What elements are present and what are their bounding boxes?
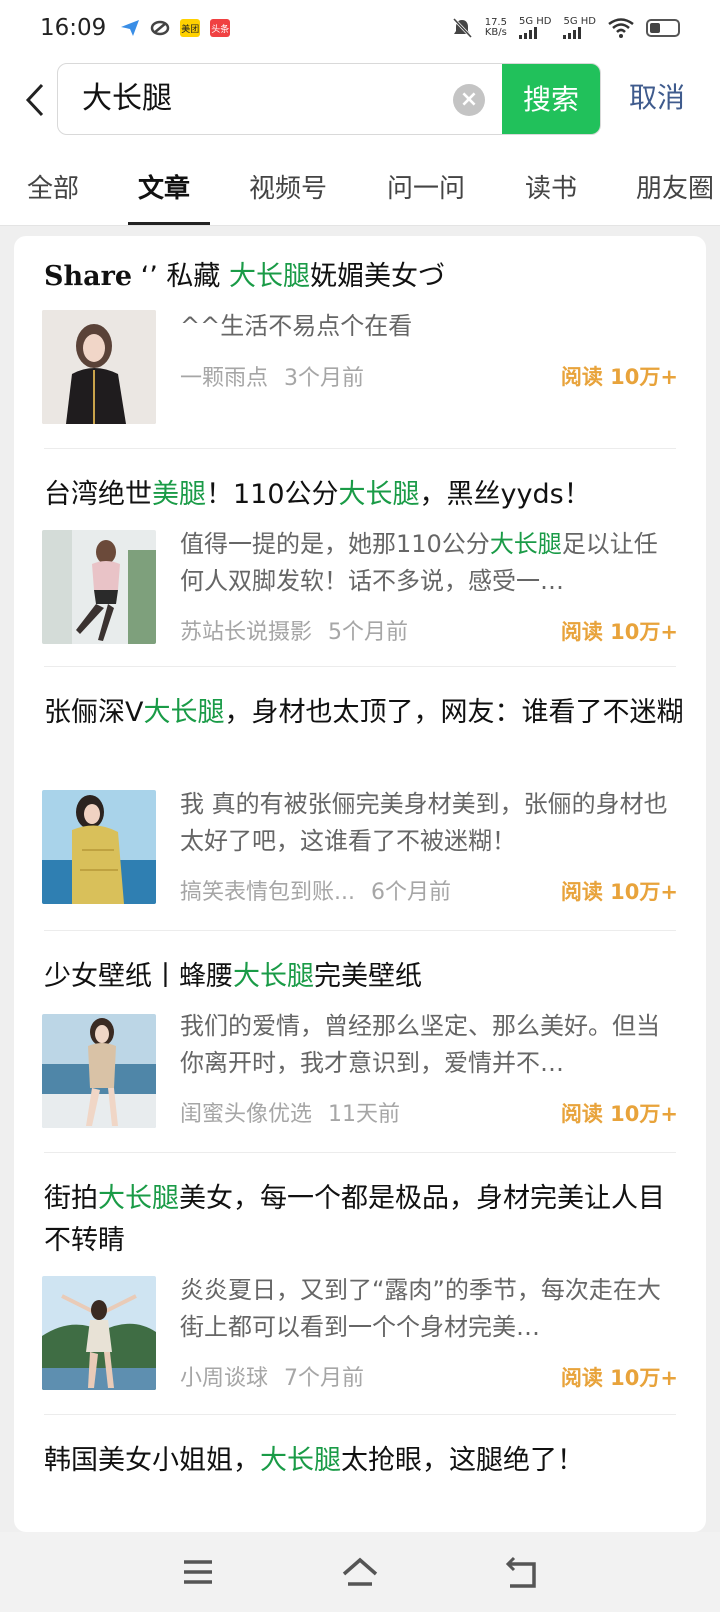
list-item[interactable]: Share ‘’ 私藏 大长腿妩媚美女づ ^^生活不易点个在看 一颗雨点 3个月前… — [14, 236, 706, 450]
divider — [44, 1414, 676, 1415]
category-tabs: 全部 文章 视频号 问一问 读书 朋友圈 — [0, 144, 720, 226]
tab-ask[interactable]: 问一问 — [387, 168, 465, 205]
read-count: 阅读 10万+ — [560, 365, 678, 389]
home-icon[interactable] — [340, 1552, 380, 1592]
article-meta: 闺蜜头像优选 11天前 — [180, 1096, 400, 1128]
article-meta: 苏站长说摄影 5个月前 — [180, 614, 408, 646]
status-bar: 16:09 美团 头条 17.5 KB/s 5G HD 5G HD — [0, 0, 720, 56]
article-author: 闺蜜头像优选 — [180, 1102, 313, 1127]
menu-icon[interactable] — [178, 1552, 218, 1592]
article-meta: 搞笑表情包到账... 6个月前 — [180, 874, 451, 906]
divider — [44, 930, 676, 931]
article-title: Share ‘’ 私藏 大长腿妩媚美女づ — [44, 261, 445, 292]
list-item[interactable]: 张俪深V大长腿，身材也太顶了，网友：谁看了不迷糊 我 真的有被张俪完美身材美到，… — [14, 668, 706, 932]
cancel-button[interactable]: 取消 — [629, 76, 685, 116]
status-time: 16:09 — [40, 15, 107, 41]
system-nav-bar — [0, 1532, 720, 1612]
search-header: × 搜索 取消 — [0, 56, 720, 144]
clear-icon[interactable]: × — [453, 84, 485, 116]
divider — [44, 666, 676, 667]
divider — [44, 1152, 676, 1153]
net-speed: 17.5 KB/s — [484, 17, 507, 38]
article-title: 韩国美女小姐姐，大长腿太抢眼，这腿绝了！ — [44, 1445, 584, 1476]
article-snippet: 炎炎夏日，又到了“露肉”的季节，每次走在大街上都可以看到一个个身材完美… — [180, 1276, 661, 1341]
article-thumbnail — [42, 310, 156, 424]
article-title: 街拍大长腿美女，每一个都是极品，身材完美让人目不转睛 — [44, 1183, 665, 1256]
read-count: 阅读 10万+ — [560, 620, 678, 644]
read-count: 阅读 10万+ — [560, 880, 678, 904]
article-thumbnail — [42, 790, 156, 904]
article-snippet: 值得一提的是，她那110公分大长腿足以让任何人双脚发软！话不多说，感受一… — [180, 530, 658, 595]
article-title: 少女壁纸丨蜂腰大长腿完美壁纸 — [44, 961, 422, 992]
article-snippet: ^^生活不易点个在看 — [180, 312, 413, 340]
tab-articles[interactable]: 文章 — [138, 168, 190, 205]
article-snippet: 我 真的有被张俪完美身材美到，张俪的身材也太好了吧，这谁看了不被迷糊！ — [180, 790, 668, 855]
signal-bars-icon — [518, 27, 552, 39]
meituan-icon: 美团 — [180, 19, 201, 37]
article-thumbnail — [42, 530, 156, 644]
article-author: 苏站长说摄影 — [180, 620, 313, 645]
signal-2: 5G HD — [563, 17, 596, 39]
list-item[interactable]: 街拍大长腿美女，每一个都是极品，身材完美让人目不转睛 炎炎夏日，又到了“露肉”的… — [14, 1154, 706, 1416]
article-time: 6个月前 — [370, 880, 451, 905]
signal-1: 5G HD — [518, 17, 552, 39]
link-icon — [151, 20, 170, 36]
list-item[interactable]: 少女壁纸丨蜂腰大长腿完美壁纸 我们的爱情，曾经那么坚定、那么美好。但当你离开时，… — [14, 932, 706, 1154]
read-count: 阅读 10万+ — [560, 1366, 678, 1390]
article-time: 3个月前 — [284, 366, 365, 391]
search-input[interactable] — [82, 64, 422, 134]
article-title: 张俪深V大长腿，身材也太顶了，网友：谁看了不迷糊 — [44, 697, 684, 728]
status-right: 17.5 KB/s 5G HD 5G HD — [451, 17, 680, 39]
article-thumbnail — [42, 1276, 156, 1390]
send-icon — [121, 20, 140, 36]
article-time: 11天前 — [328, 1102, 401, 1127]
battery-icon — [646, 19, 680, 37]
toutiao-icon: 头条 — [210, 19, 231, 37]
article-time: 7个月前 — [284, 1366, 365, 1391]
article-time: 5个月前 — [328, 620, 409, 645]
tab-channels[interactable]: 视频号 — [249, 168, 327, 205]
list-item[interactable]: 台湾绝世美腿！110公分大长腿，黑丝yyds！ 值得一提的是，她那110公分大长… — [14, 450, 706, 668]
article-meta: 小周谈球 7个月前 — [180, 1360, 364, 1392]
active-tab-indicator — [128, 222, 210, 225]
back-nav-icon[interactable] — [502, 1552, 542, 1592]
article-meta: 一颗雨点 3个月前 — [180, 360, 364, 392]
article-author: 小周谈球 — [180, 1366, 269, 1391]
signal-bars-icon — [563, 27, 596, 39]
article-thumbnail — [42, 1014, 156, 1128]
search-button[interactable]: 搜索 — [502, 64, 600, 134]
read-count: 阅读 10万+ — [560, 1102, 678, 1126]
article-author: 一颗雨点 — [180, 366, 269, 391]
article-snippet: 我们的爱情，曾经那么坚定、那么美好。但当你离开时，我才意识到，爱情并不… — [180, 1012, 660, 1077]
article-title: 台湾绝世美腿！110公分大长腿，黑丝yyds！ — [44, 479, 591, 510]
list-item[interactable]: 韩国美女小姐姐，大长腿太抢眼，这腿绝了！ — [14, 1416, 706, 1532]
back-arrow-icon[interactable] — [22, 82, 50, 118]
search-box: × 搜索 — [57, 63, 601, 135]
article-author: 搞笑表情包到账... — [180, 880, 355, 905]
notification-icons: 美团 头条 — [120, 19, 231, 37]
divider — [44, 448, 676, 449]
wifi-icon — [608, 18, 634, 38]
tab-books[interactable]: 读书 — [525, 168, 577, 205]
tab-moments[interactable]: 朋友圈 — [636, 168, 714, 205]
tab-all[interactable]: 全部 — [27, 168, 79, 205]
results-list: Share ‘’ 私藏 大长腿妩媚美女づ ^^生活不易点个在看 一颗雨点 3个月前… — [14, 236, 706, 1532]
mute-icon — [452, 17, 472, 39]
